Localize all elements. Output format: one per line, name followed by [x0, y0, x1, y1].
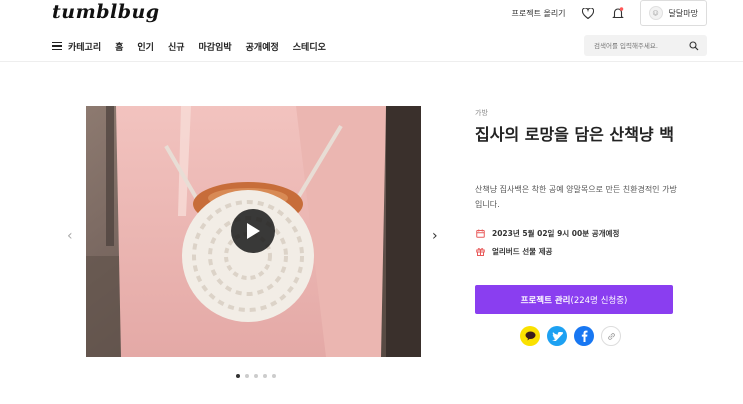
- link-icon[interactable]: [601, 326, 621, 346]
- upload-project-link[interactable]: 프로젝트 올리기: [511, 8, 565, 19]
- search-box: [584, 35, 707, 56]
- project-description: 산책냥 집사백은 착한 공예 양말목으로 만든 친환경적인 가방입니다.: [475, 185, 677, 209]
- facebook-icon[interactable]: [574, 326, 594, 346]
- nav-item-home[interactable]: 홈: [115, 40, 123, 53]
- release-date-row: 2023년 5월 02일 9시 00분 공개예정: [475, 228, 619, 239]
- menu-icon: [52, 42, 62, 50]
- video-play-button[interactable]: [231, 209, 275, 253]
- manage-project-label: 프로젝트 관리: [520, 295, 571, 306]
- nav-item-new[interactable]: 신규: [168, 40, 185, 53]
- carousel-prev-button[interactable]: ‹: [67, 228, 73, 244]
- nav-item-upcoming[interactable]: 공개예정: [246, 40, 279, 53]
- project-title: 집사의 로망을 담은 산책냥 백: [475, 125, 674, 144]
- header-actions: 프로젝트 올리기 ☺ 달달마망: [511, 0, 707, 26]
- carousel-dot[interactable]: [236, 374, 240, 378]
- heart-icon[interactable]: [580, 5, 596, 21]
- carousel-dot[interactable]: [263, 374, 267, 378]
- nav-category-label: 카테고리: [68, 42, 102, 53]
- avatar: ☺: [648, 6, 663, 20]
- play-icon: [247, 223, 260, 239]
- nav-item-closing[interactable]: 마감임박: [199, 40, 232, 53]
- share-buttons: [520, 326, 621, 346]
- nav-item-studio[interactable]: 스테디오: [293, 40, 326, 53]
- gift-row: 얼리버드 선물 제공: [475, 246, 552, 257]
- twitter-icon[interactable]: [547, 326, 567, 346]
- gift-icon: [475, 247, 485, 257]
- user-menu-button[interactable]: ☺ 달달마망: [639, 0, 707, 26]
- search-input[interactable]: [594, 41, 684, 50]
- site-header: tumblbug 프로젝트 올리기 ☺ 달달마망 카테고리 홈 인기 신규 마감…: [0, 0, 743, 62]
- main-nav: 카테고리 홈 인기 신규 마감임박 공개예정 스테디오: [52, 36, 326, 56]
- bell-icon[interactable]: [610, 5, 626, 21]
- carousel-dots: [236, 374, 276, 378]
- carousel-dot[interactable]: [245, 374, 249, 378]
- nav-category[interactable]: 카테고리: [52, 40, 101, 53]
- release-date-text: 2023년 5월 02일 9시 00분 공개예정: [492, 229, 620, 238]
- gift-text: 얼리버드 선물 제공: [492, 247, 553, 256]
- calendar-icon: [475, 229, 485, 239]
- search-icon[interactable]: [689, 40, 699, 51]
- applicant-count: (224명 신청중): [570, 295, 628, 306]
- user-name: 달달마망: [668, 8, 698, 18]
- carousel-next-button[interactable]: ›: [432, 228, 438, 244]
- carousel-dot[interactable]: [254, 374, 258, 378]
- manage-project-button[interactable]: 프로젝트 관리 (224명 신청중): [475, 285, 673, 314]
- carousel-dot[interactable]: [272, 374, 276, 378]
- kakao-icon[interactable]: [520, 326, 540, 346]
- project-category[interactable]: 가방: [475, 108, 488, 118]
- nav-item-popular[interactable]: 인기: [137, 40, 154, 53]
- logo[interactable]: tumblbug: [52, 1, 160, 23]
